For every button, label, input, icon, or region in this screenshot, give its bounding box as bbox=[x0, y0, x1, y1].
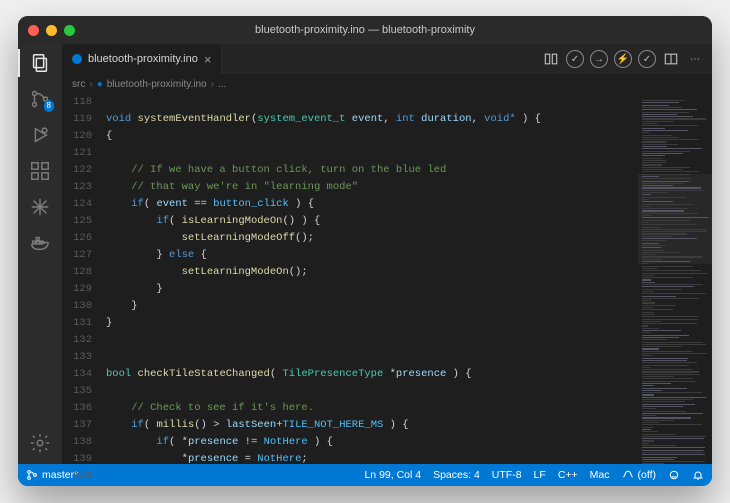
status-eol[interactable]: LF bbox=[534, 469, 546, 481]
tab-actions: ✓ → ⚡ ✓ ⋯ bbox=[542, 44, 712, 74]
crumb-symbol: ... bbox=[218, 79, 226, 90]
window-title: bluetooth-proximity.ino — bluetooth-prox… bbox=[18, 24, 712, 36]
editor-group: bluetooth-proximity.ino × ✓ → ⚡ ✓ ⋯ bbox=[62, 44, 712, 464]
traffic-lights bbox=[28, 25, 75, 36]
split-editor-icon[interactable] bbox=[662, 50, 680, 68]
more-actions-icon[interactable]: ⋯ bbox=[686, 50, 704, 68]
editor[interactable]: 1181191201211221231241251261271281291301… bbox=[62, 94, 712, 464]
crumb-folder: src bbox=[72, 79, 85, 90]
status-lncol[interactable]: Ln 99, Col 4 bbox=[364, 469, 421, 481]
star-icon[interactable] bbox=[29, 196, 51, 218]
tab-row: bluetooth-proximity.ino × ✓ → ⚡ ✓ ⋯ bbox=[62, 44, 712, 74]
window-body: 8 bbox=[18, 44, 712, 464]
zoom-window-button[interactable] bbox=[64, 25, 75, 36]
status-platform[interactable]: Mac bbox=[590, 469, 610, 481]
breadcrumb[interactable]: src › ●bluetooth-proximity.ino › ... bbox=[62, 74, 712, 94]
tab-bluetooth-proximity[interactable]: bluetooth-proximity.ino × bbox=[62, 44, 222, 74]
activity-bar: 8 bbox=[18, 44, 62, 464]
source-control-icon[interactable]: 8 bbox=[29, 88, 51, 110]
scm-badge: 8 bbox=[44, 100, 54, 112]
action-check-icon[interactable]: ✓ bbox=[566, 50, 584, 68]
tab-label: bluetooth-proximity.ino bbox=[88, 53, 198, 65]
titlebar: bluetooth-proximity.ino — bluetooth-prox… bbox=[18, 16, 712, 44]
status-spaces[interactable]: Spaces: 4 bbox=[433, 469, 480, 481]
status-encoding[interactable]: UTF-8 bbox=[492, 469, 522, 481]
minimize-window-button[interactable] bbox=[46, 25, 57, 36]
minimap[interactable] bbox=[638, 94, 712, 464]
chevron-right-icon: › bbox=[89, 79, 92, 90]
modified-dot-icon bbox=[72, 54, 82, 64]
status-language[interactable]: C++ bbox=[558, 469, 578, 481]
line-number-gutter: 1181191201211221231241251261271281291301… bbox=[62, 94, 102, 464]
code-area[interactable]: void systemEventHandler(system_event_t e… bbox=[102, 94, 638, 464]
run-debug-icon[interactable] bbox=[29, 124, 51, 146]
status-port[interactable]: (off) bbox=[622, 469, 656, 481]
compare-icon[interactable] bbox=[542, 50, 560, 68]
chevron-right-icon: › bbox=[211, 79, 214, 90]
action-check2-icon[interactable]: ✓ bbox=[638, 50, 656, 68]
status-bar: master* Ln 99, Col 4 Spaces: 4 UTF-8 LF … bbox=[18, 464, 712, 486]
close-window-button[interactable] bbox=[28, 25, 39, 36]
action-arrow-icon[interactable]: → bbox=[590, 50, 608, 68]
explorer-icon[interactable] bbox=[29, 52, 51, 74]
status-feedback-icon[interactable] bbox=[668, 469, 680, 481]
action-flash-icon[interactable]: ⚡ bbox=[614, 50, 632, 68]
window: bluetooth-proximity.ino — bluetooth-prox… bbox=[18, 16, 712, 486]
close-tab-icon[interactable]: × bbox=[204, 53, 212, 66]
status-bell-icon[interactable] bbox=[692, 469, 704, 481]
extensions-icon[interactable] bbox=[29, 160, 51, 182]
crumb-file: ●bluetooth-proximity.ino bbox=[97, 79, 207, 90]
docker-icon[interactable] bbox=[29, 232, 51, 254]
settings-gear-icon[interactable] bbox=[29, 432, 51, 454]
